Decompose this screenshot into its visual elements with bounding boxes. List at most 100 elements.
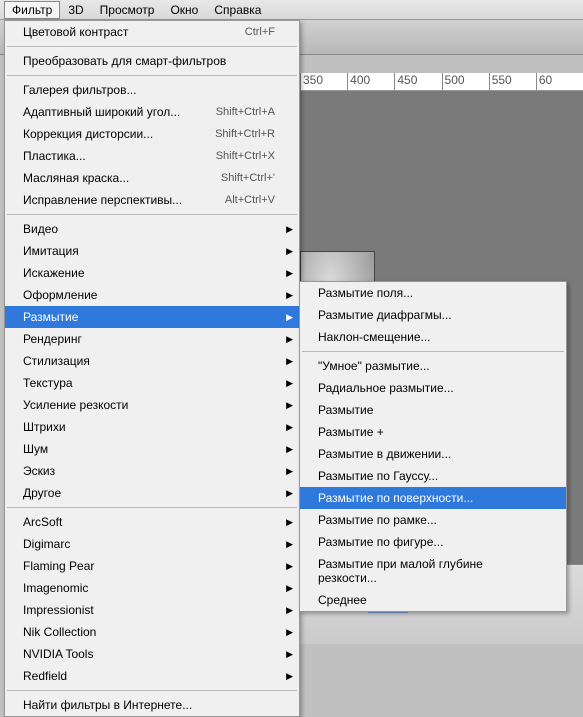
- menu-item-label: Исправление перспективы...: [23, 193, 182, 207]
- menu-item[interactable]: "Умное" размытие...: [300, 355, 566, 377]
- menu-item[interactable]: Пластика...Shift+Ctrl+X: [5, 145, 299, 167]
- menu-item-label: Коррекция дисторсии...: [23, 127, 153, 141]
- menu-shortcut: Shift+Ctrl+A: [216, 106, 275, 118]
- menu-item-label: Видео: [23, 222, 58, 236]
- menu-item[interactable]: Искажение▶: [5, 262, 299, 284]
- menu-item-label: Шум: [23, 442, 48, 456]
- menu-item[interactable]: Масляная краска...Shift+Ctrl+': [5, 167, 299, 189]
- menu-item[interactable]: Имитация▶: [5, 240, 299, 262]
- menu-separator: [7, 46, 297, 47]
- menu-item-label: Преобразовать для смарт-фильтров: [23, 54, 226, 68]
- chevron-right-icon: ▶: [286, 312, 293, 323]
- menu-item-label: Nik Collection: [23, 625, 96, 639]
- menubar-item-help[interactable]: Справка: [206, 1, 269, 19]
- menubar-item-filter[interactable]: Фильтр: [4, 1, 60, 19]
- menu-item-label: ArcSoft: [23, 515, 62, 529]
- menu-item-label: Эскиз: [23, 464, 55, 478]
- menu-item[interactable]: Цветовой контрастCtrl+F: [5, 21, 299, 43]
- menu-item[interactable]: Среднее: [300, 589, 566, 611]
- menubar-item-window[interactable]: Окно: [162, 1, 206, 19]
- menu-separator: [7, 214, 297, 215]
- menu-item[interactable]: Эскиз ▶: [5, 460, 299, 482]
- menu-item[interactable]: Исправление перспективы... Alt+Ctrl+V: [5, 189, 299, 211]
- menu-item[interactable]: NVIDIA Tools ▶: [5, 643, 299, 665]
- chevron-right-icon: ▶: [286, 539, 293, 550]
- chevron-right-icon: ▶: [286, 444, 293, 455]
- menu-item-label: Размытие: [318, 403, 373, 417]
- menu-item[interactable]: Размытие по фигуре...: [300, 531, 566, 553]
- menubar-item-3d[interactable]: 3D: [60, 1, 91, 19]
- chevron-right-icon: ▶: [286, 466, 293, 477]
- chevron-right-icon: ▶: [286, 561, 293, 572]
- menu-item[interactable]: Размытие поля...: [300, 282, 566, 304]
- chevron-right-icon: ▶: [286, 246, 293, 257]
- menu-item-label: "Умное" размытие...: [318, 359, 430, 373]
- menu-item-label: Усиление резкости: [23, 398, 128, 412]
- menu-item[interactable]: Адаптивный широкий угол...Shift+Ctrl+A: [5, 101, 299, 123]
- menu-item[interactable]: Redfield▶: [5, 665, 299, 687]
- chevron-right-icon: ▶: [286, 583, 293, 594]
- menu-separator: [302, 351, 564, 352]
- ruler-tick: 550: [489, 73, 536, 90]
- menu-item[interactable]: Размытие: [300, 399, 566, 421]
- menu-separator: [7, 690, 297, 691]
- chevron-right-icon: ▶: [286, 517, 293, 528]
- chevron-right-icon: ▶: [286, 649, 293, 660]
- menu-item[interactable]: Видео▶: [5, 218, 299, 240]
- menu-item[interactable]: Размытие в движении...: [300, 443, 566, 465]
- menu-item[interactable]: Усиление резкости▶: [5, 394, 299, 416]
- menu-item[interactable]: Размытие при малой глубине резкости...: [300, 553, 566, 589]
- menu-item[interactable]: Стилизация▶: [5, 350, 299, 372]
- menu-item[interactable]: Digimarc ▶: [5, 533, 299, 555]
- menu-item-label: Размытие в движении...: [318, 447, 451, 461]
- menu-item-label: Пластика...: [23, 149, 86, 163]
- menu-item[interactable]: Наклон-смещение...: [300, 326, 566, 348]
- menu-item[interactable]: Другое▶: [5, 482, 299, 504]
- menu-item[interactable]: Рендеринг▶: [5, 328, 299, 350]
- ruler-tick: 500: [442, 73, 489, 90]
- menu-item[interactable]: Найти фильтры в Интернете...: [5, 694, 299, 716]
- menubar: Фильтр 3D Просмотр Окно Справка: [0, 0, 583, 20]
- menu-item[interactable]: Размытие по рамке...: [300, 509, 566, 531]
- menu-item-label: Flaming Pear: [23, 559, 94, 573]
- menu-item[interactable]: Текстура▶: [5, 372, 299, 394]
- menu-item-label: Размытие: [23, 310, 78, 324]
- menu-item-label: Цветовой контраст: [23, 25, 128, 39]
- menu-shortcut: Alt+Ctrl+V: [225, 194, 275, 206]
- ruler-tick: 60: [536, 73, 583, 90]
- menu-item-label: Impressionist: [23, 603, 94, 617]
- ruler-tick: 400: [347, 73, 394, 90]
- menu-item-label: Наклон-смещение...: [318, 330, 431, 344]
- menu-item[interactable]: Штрихи▶: [5, 416, 299, 438]
- menu-item[interactable]: Flaming Pear ▶: [5, 555, 299, 577]
- menu-item[interactable]: Imagenomic▶: [5, 577, 299, 599]
- menu-item-label: Штрихи: [23, 420, 66, 434]
- menu-item[interactable]: Размытие диафрагмы...: [300, 304, 566, 326]
- menu-item[interactable]: Nik Collection▶: [5, 621, 299, 643]
- chevron-right-icon: ▶: [286, 671, 293, 682]
- ruler-tick: 450: [394, 73, 441, 90]
- menu-item[interactable]: Размытие по Гауссу...: [300, 465, 566, 487]
- menu-item[interactable]: Радиальное размытие...: [300, 377, 566, 399]
- menu-item[interactable]: Шум ▶: [5, 438, 299, 460]
- menu-item[interactable]: Преобразовать для смарт-фильтров: [5, 50, 299, 72]
- menu-item[interactable]: Размытие +: [300, 421, 566, 443]
- menu-item[interactable]: Impressionist▶: [5, 599, 299, 621]
- menu-shortcut: Shift+Ctrl+R: [215, 128, 275, 140]
- menu-item-label: Размытие при малой глубине резкости...: [318, 557, 542, 585]
- menu-item-label: Digimarc: [23, 537, 70, 551]
- menu-item[interactable]: Коррекция дисторсии... Shift+Ctrl+R: [5, 123, 299, 145]
- menu-item[interactable]: Оформление▶: [5, 284, 299, 306]
- menu-item[interactable]: Размытие ▶: [5, 306, 299, 328]
- menu-item-label: NVIDIA Tools: [23, 647, 93, 661]
- menu-item[interactable]: ArcSoft ▶: [5, 511, 299, 533]
- menu-separator: [7, 75, 297, 76]
- menu-shortcut: Shift+Ctrl+': [221, 172, 275, 184]
- menu-item[interactable]: Галерея фильтров...: [5, 79, 299, 101]
- menu-item-label: Размытие по поверхности...: [318, 491, 473, 505]
- menu-item[interactable]: Размытие по поверхности...: [300, 487, 566, 509]
- ruler-tick: 350: [300, 73, 347, 90]
- filter-dropdown-menu: Цветовой контрастCtrl+F Преобразовать для…: [4, 20, 300, 717]
- menu-item-label: Рендеринг: [23, 332, 82, 346]
- menubar-item-view[interactable]: Просмотр: [92, 1, 163, 19]
